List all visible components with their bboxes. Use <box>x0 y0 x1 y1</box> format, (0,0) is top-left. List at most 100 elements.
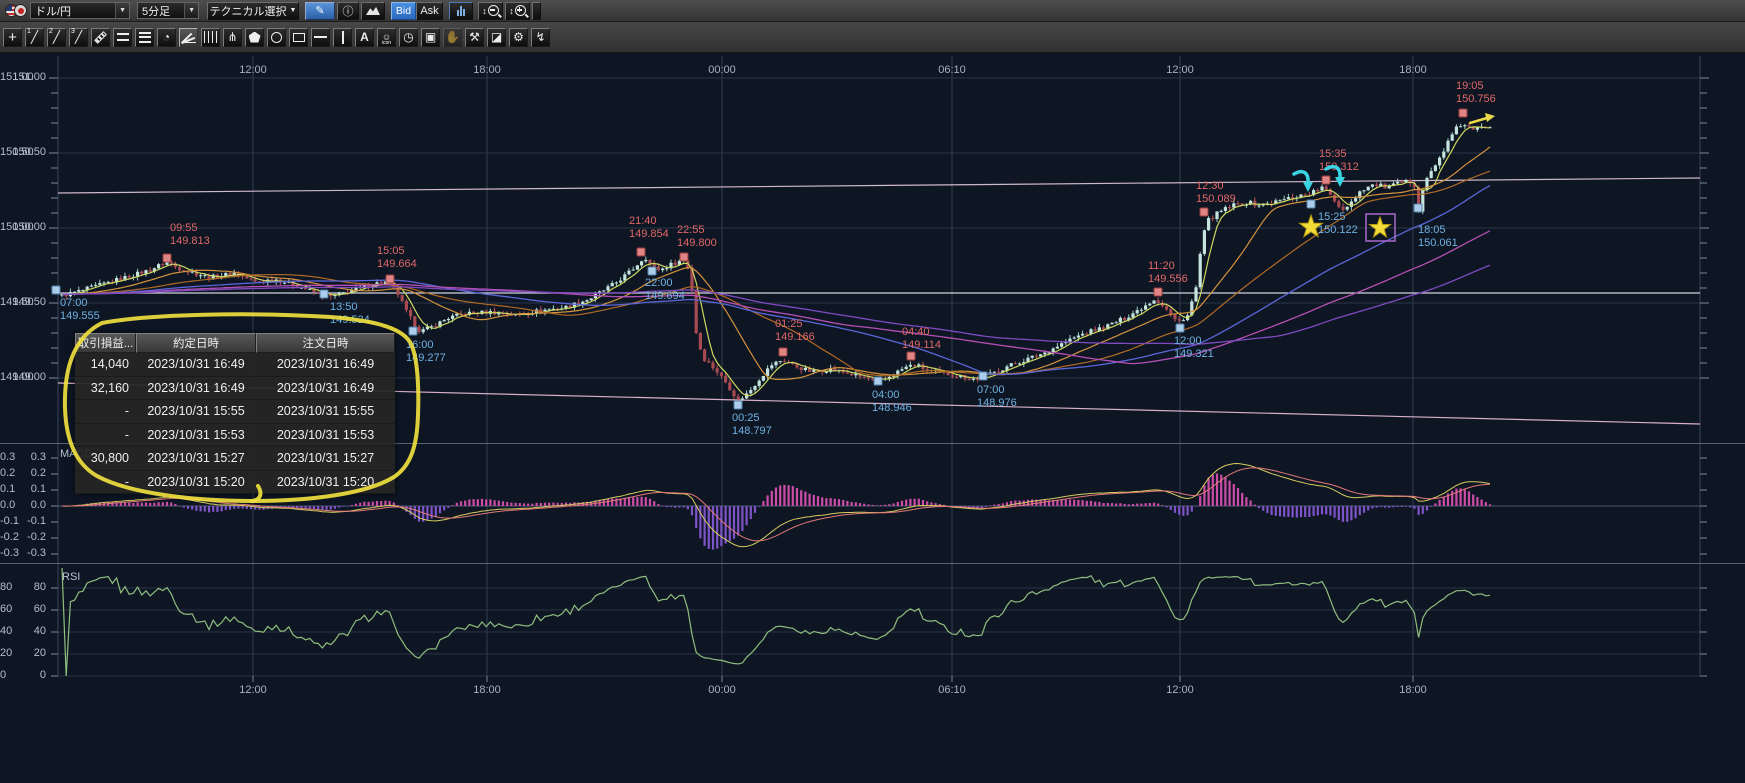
time-axis-label-bottom: 12:00 <box>1166 684 1194 696</box>
swing-annotation: 04:00148.946 <box>872 389 912 415</box>
bid-label: Bid <box>396 5 411 17</box>
trendline-3-icon: ╱ <box>75 30 82 44</box>
parallel-lines-3-icon <box>139 32 151 43</box>
order-table-row[interactable]: 14,0402023/10/31 16:492023/10/31 16:49 <box>75 353 395 377</box>
info-button[interactable]: ⓘ <box>337 2 359 20</box>
duplicate-tool[interactable]: ▣ <box>421 28 440 47</box>
tool-number-label: 2 <box>49 28 53 35</box>
gauge-tool[interactable]: ◔ <box>157 28 176 47</box>
magnet-icon: ↯ <box>535 30 545 44</box>
bid-toggle-button[interactable]: Bid <box>391 2 416 20</box>
annotation-time: 01:25 <box>775 318 815 331</box>
datetime-value: 2023/10/31 15:20 <box>136 471 256 495</box>
chevron-down-icon: ▼ <box>290 7 297 14</box>
chart-style-button[interactable] <box>361 2 385 20</box>
timeframe-label: 5分足 <box>142 3 170 19</box>
annotation-time: 22:55 <box>677 224 717 237</box>
trendline-1-icon: ╱ <box>31 30 38 44</box>
swing-annotation: 01:25149.166 <box>775 318 815 344</box>
text-tool[interactable]: A <box>355 28 374 47</box>
pan-hand-icon: ✋ <box>445 30 460 44</box>
zoom-out-button[interactable]: ↕ <box>478 2 503 20</box>
technical-select-button[interactable]: テクニカル選択 ▼ <box>207 2 299 20</box>
annotation-time: 16:00 <box>406 339 446 352</box>
pan-hand-tool[interactable]: ✋ <box>443 28 462 47</box>
vertical-line-tool[interactable] <box>333 28 352 47</box>
annotation-time: 04:40 <box>902 326 941 339</box>
time-axis-label-top: 00:00 <box>708 64 736 76</box>
mountain-chart-icon <box>366 6 380 15</box>
annotation-time: 09:55 <box>170 222 210 235</box>
trendline-3-tool[interactable]: ╱3 <box>69 28 88 47</box>
datetime-value: 2023/10/31 15:27 <box>256 447 395 471</box>
ruler-tool[interactable] <box>91 28 110 47</box>
parallel-lines-3-tool[interactable] <box>135 28 154 47</box>
icon-stamp-tool[interactable]: ☺icon <box>377 28 396 47</box>
time-axis-label-top: 06:10 <box>938 64 966 76</box>
horizontal-line-tool[interactable] <box>311 28 330 47</box>
updown-arrow-icon: ↕ <box>509 6 514 16</box>
timeframe-select[interactable]: 5分足 ▼ <box>137 2 199 19</box>
pentagon-tool[interactable] <box>245 28 264 47</box>
order-table-row[interactable]: 32,1602023/10/31 16:492023/10/31 16:49 <box>75 377 395 401</box>
magnet-tool[interactable]: ↯ <box>531 28 550 47</box>
datetime-value: 2023/10/31 15:27 <box>136 447 256 471</box>
price-axis-label-right: 150.00 <box>0 221 34 233</box>
candle-type-button[interactable] <box>449 2 473 20</box>
ellipse-tool[interactable] <box>267 28 286 47</box>
order-table-column-header[interactable]: 取引損益... <box>75 333 136 353</box>
order-table-row[interactable]: 30,8002023/10/31 15:272023/10/31 15:27 <box>75 447 395 471</box>
swing-annotation: 12:30150.089 <box>1196 180 1236 206</box>
object-list-tool[interactable]: ⚙ <box>509 28 528 47</box>
swing-annotation: 04:40149.114 <box>902 326 941 352</box>
trendline-2-icon: ╱ <box>53 30 60 44</box>
order-history-table[interactable]: 取引損益...約定日時注文日時14,0402023/10/31 16:49202… <box>75 333 395 494</box>
crosshair-icon: + <box>8 29 17 46</box>
trendline-2-tool[interactable]: ╱2 <box>47 28 66 47</box>
time-axis-label-bottom: 12:00 <box>239 684 267 696</box>
order-table-column-header[interactable]: 注文日時 <box>256 333 395 353</box>
tool-number-label: 1 <box>27 28 31 35</box>
history-tool[interactable]: ◷ <box>399 28 418 47</box>
pitchfork-tool[interactable]: ⋔ <box>223 28 242 47</box>
draw-mode-button[interactable]: ✎ <box>305 2 335 20</box>
crosshair-tool[interactable]: + <box>3 28 22 47</box>
zoom-in-button[interactable]: ↕ <box>505 2 530 20</box>
rectangle-tool[interactable] <box>289 28 308 47</box>
swing-annotation: 15:05149.664 <box>377 245 417 271</box>
ellipse-icon <box>271 32 282 43</box>
order-table-column-header[interactable]: 約定日時 <box>136 333 256 353</box>
order-table-row[interactable]: -2023/10/31 15:552023/10/31 15:55 <box>75 400 395 424</box>
pl-value: 14,040 <box>75 353 136 377</box>
trendline-1-tool[interactable]: ╱1 <box>25 28 44 47</box>
datetime-value: 2023/10/31 15:55 <box>256 400 395 424</box>
parallel-lines-2-tool[interactable] <box>113 28 132 47</box>
trading-chart-window: ドル/円 ▼ 5分足 ▼ テクニカル選択 ▼ ✎ ⓘ Bid Ask ↕ <box>0 0 1745 783</box>
clipped-toolbar-button[interactable] <box>532 2 541 20</box>
pl-value: 32,160 <box>75 377 136 401</box>
macd-axis-label-right: 0.0 <box>0 499 15 511</box>
order-table-row[interactable]: -2023/10/31 15:532023/10/31 15:53 <box>75 424 395 448</box>
time-axis-label-bottom: 06:10 <box>938 684 966 696</box>
annotation-price: 149.166 <box>775 331 815 344</box>
price-axis-label-right: 150.50 <box>0 146 34 158</box>
macd-axis-label-right: 0.1 <box>0 483 15 495</box>
vertical-lines-tool[interactable] <box>201 28 220 47</box>
ask-toggle-button[interactable]: Ask <box>416 2 443 20</box>
ask-label: Ask <box>420 5 438 17</box>
fan-lines-tool[interactable] <box>179 28 198 47</box>
rsi-axis-label-right: 40 <box>0 625 12 637</box>
parallel-lines-2-icon <box>117 33 129 41</box>
swing-annotation: 19:05150.756 <box>1456 80 1496 106</box>
candlestick-icon <box>457 6 465 16</box>
eraser-tool[interactable]: ◪ <box>487 28 506 47</box>
order-table-row[interactable]: -2023/10/31 15:202023/10/31 15:20 <box>75 471 395 495</box>
settings-tool[interactable]: ⚒ <box>465 28 484 47</box>
pl-value: 30,800 <box>75 447 136 471</box>
rsi-axis-label-right: 20 <box>0 647 12 659</box>
history-icon: ◷ <box>403 30 413 44</box>
currency-pair-select[interactable]: ドル/円 ▼ <box>30 2 130 19</box>
rsi-axis-label-right: 60 <box>0 603 12 615</box>
macd-axis-label-right: 0.2 <box>0 467 15 479</box>
pitchfork-icon: ⋔ <box>227 30 237 44</box>
